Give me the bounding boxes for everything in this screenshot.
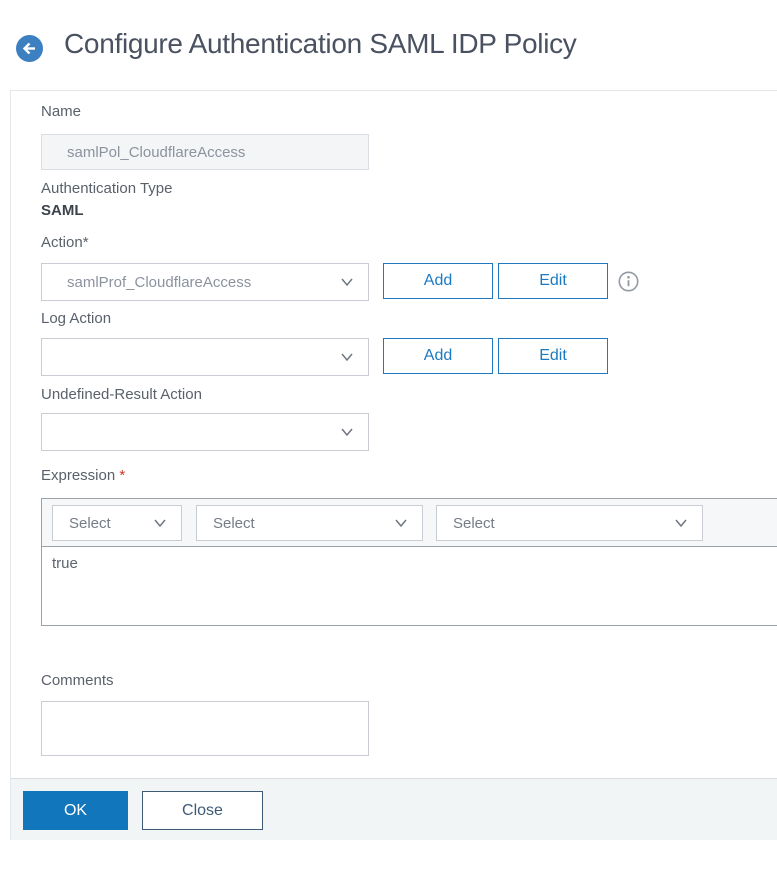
close-button[interactable]: Close — [142, 791, 263, 830]
expression-toolbar: Select Select Select — [42, 499, 777, 547]
expression-select-2-value: Select — [213, 514, 255, 532]
action-edit-button[interactable]: Edit — [498, 263, 608, 299]
expression-label: Expression * — [41, 467, 125, 484]
name-label: Name — [41, 103, 82, 120]
chevron-down-icon — [151, 514, 169, 532]
expression-select-1[interactable]: Select — [52, 505, 182, 541]
comments-label: Comments — [41, 672, 114, 689]
form-footer: OK Close — [11, 778, 777, 840]
expression-editor: Select Select Select true — [41, 498, 777, 626]
required-asterisk: * — [119, 467, 126, 484]
chevron-down-icon — [338, 273, 356, 291]
page-title: Configure Authentication SAML IDP Policy — [64, 28, 577, 59]
auth-type-label: Authentication Type — [41, 180, 173, 197]
comments-input[interactable] — [41, 701, 369, 756]
undefined-result-action-select[interactable] — [41, 413, 369, 451]
expression-select-3[interactable]: Select — [436, 505, 703, 541]
chevron-down-icon — [672, 514, 690, 532]
log-action-edit-button[interactable]: Edit — [498, 338, 608, 374]
undefined-result-action-label: Undefined-Result Action — [41, 386, 202, 403]
action-select[interactable]: samlProf_CloudflareAccess — [41, 263, 369, 301]
auth-type-value: SAML — [41, 202, 84, 219]
expression-input[interactable]: true — [42, 547, 777, 625]
page-header: Configure Authentication SAML IDP Policy — [0, 0, 777, 90]
log-action-add-button[interactable]: Add — [383, 338, 493, 374]
expression-select-2[interactable]: Select — [196, 505, 423, 541]
log-action-select[interactable] — [41, 338, 369, 376]
back-button[interactable] — [16, 35, 43, 62]
info-icon[interactable] — [618, 271, 639, 292]
arrow-left-icon — [21, 40, 38, 57]
log-action-label: Log Action — [41, 310, 112, 327]
action-select-value: samlProf_CloudflareAccess — [67, 273, 252, 291]
ok-button[interactable]: OK — [23, 791, 128, 830]
action-add-button[interactable]: Add — [383, 263, 493, 299]
action-label: Action* — [41, 234, 89, 251]
expression-label-text: Expression — [41, 467, 116, 484]
expression-select-3-value: Select — [453, 514, 495, 532]
name-input[interactable] — [41, 134, 369, 170]
chevron-down-icon — [338, 423, 356, 441]
chevron-down-icon — [338, 348, 356, 366]
form-panel: Name Authentication Type SAML Action* sa… — [10, 90, 777, 840]
chevron-down-icon — [392, 514, 410, 532]
